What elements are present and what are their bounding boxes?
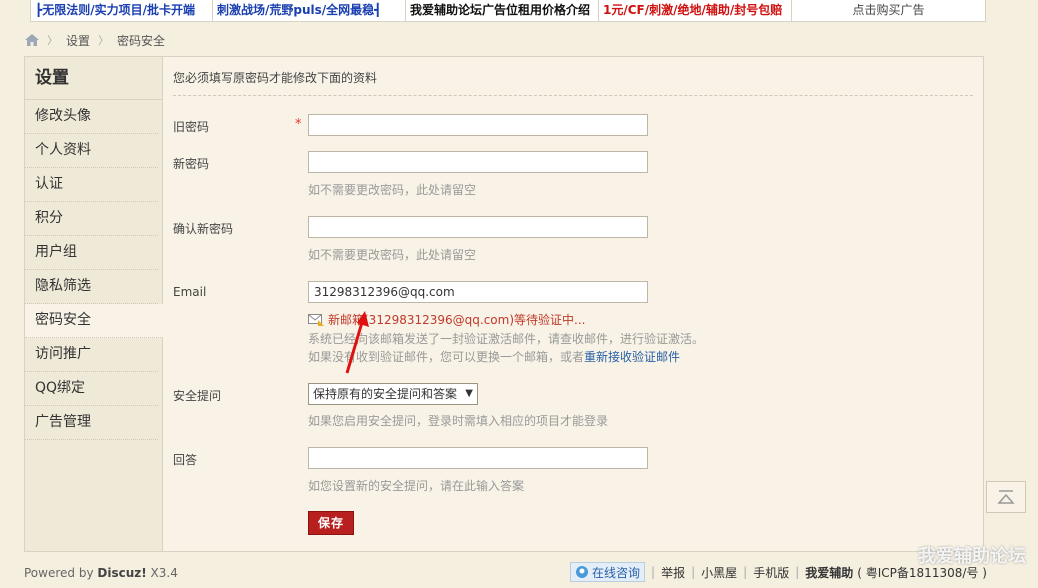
save-button[interactable]: 保存: [308, 511, 354, 535]
email-input[interactable]: 31298312396@qq.com: [308, 281, 648, 303]
breadcrumb-separator: 〉: [47, 34, 58, 47]
online-consult-label: 在线咨询: [592, 565, 641, 580]
confirm-password-input[interactable]: [308, 216, 648, 238]
answer-hint: 如您设置新的安全提问，请在此输入答案: [308, 479, 525, 493]
footer-separator: |: [651, 565, 656, 579]
form-notice: 您必须填写原密码才能修改下面的资料: [173, 71, 378, 85]
sidebar-item[interactable]: 个人资料: [25, 134, 158, 168]
settings-panel: 设置 修改头像 个人资料 认证 积分 用户组 隐私筛选 密码安全 访问推广 QQ绑定 广告管理 您…: [24, 56, 984, 552]
new-password-input[interactable]: [308, 151, 648, 173]
divider: [173, 95, 973, 96]
sidebar-item[interactable]: 用户组: [25, 236, 158, 270]
new-password-hint: 如不需要更改密码，此处请留空: [308, 183, 477, 197]
new-password-label: 新密码: [173, 157, 210, 171]
ad-bar: ┣无限法则/实力项目/批卡开端 刺激战场/荒野puls/全网最稳┫ 我爱辅助论坛广告…: [30, 0, 986, 22]
breadcrumb-settings[interactable]: 设置: [66, 32, 90, 49]
ad-link[interactable]: 1元/CF/刺激/绝地/辅助/封号包赔: [599, 0, 792, 21]
sidebar-item[interactable]: 广告管理: [25, 406, 158, 440]
sidebar-item[interactable]: QQ绑定: [25, 372, 158, 406]
watermark: 我爱辅助论坛: [918, 546, 1026, 567]
ad-link[interactable]: ┣无限法则/实力项目/批卡开端: [31, 0, 213, 21]
answer-label: 回答: [173, 453, 198, 467]
footer-separator: |: [795, 565, 800, 579]
breadcrumb-password-security: 密码安全: [117, 33, 166, 48]
chat-icon: [576, 566, 588, 578]
sidebar-item[interactable]: 密码安全: [25, 304, 163, 338]
powered-prefix: Powered by: [24, 566, 98, 580]
ad-link[interactable]: 点击购买广告: [792, 0, 985, 21]
confirm-password-label: 确认新密码: [173, 222, 234, 236]
sidebar-item[interactable]: 隐私筛选: [25, 270, 158, 304]
footer-link[interactable]: 手机版: [753, 564, 789, 581]
footer-link[interactable]: 小黑屋: [701, 564, 737, 581]
sidebar: 设置 修改头像 个人资料 认证 积分 用户组 隐私筛选 密码安全 访问推广 QQ绑定 广告管理: [25, 57, 163, 551]
scroll-to-top-button[interactable]: [986, 481, 1026, 513]
footer-link[interactable]: 我爱辅助: [805, 564, 853, 581]
online-consult-button[interactable]: 在线咨询: [570, 562, 646, 582]
sidebar-item[interactable]: 修改头像: [25, 100, 158, 134]
sidebar-item[interactable]: 认证: [25, 168, 158, 202]
annotation-arrow-icon: [345, 311, 369, 374]
footer-link[interactable]: 举报: [661, 564, 685, 581]
sidebar-item[interactable]: 访问推广: [25, 338, 158, 372]
discuz-link[interactable]: Discuz!: [97, 566, 146, 580]
ad-link[interactable]: 我爱辅助论坛广告位租用价格介绍: [406, 0, 599, 21]
home-icon[interactable]: [25, 34, 39, 46]
old-password-input[interactable]: [308, 114, 648, 136]
breadcrumb-separator: 〉: [98, 34, 110, 47]
required-mark: *: [295, 117, 302, 132]
security-question-hint: 如果您启用安全提问，登录时需填入相应的项目才能登录: [308, 414, 609, 428]
security-question-selected: 保持原有的安全提问和答案: [313, 387, 458, 401]
powered-version: X3.4: [146, 566, 178, 580]
arrow-up-icon: [997, 490, 1015, 504]
email-label: Email: [173, 285, 207, 299]
confirm-password-hint: 如不需要更改密码，此处请留空: [308, 248, 477, 262]
security-question-label: 安全提问: [173, 389, 222, 403]
ad-link[interactable]: 刺激战场/荒野puls/全网最稳┫: [213, 0, 406, 21]
breadcrumb: 〉 设置 〉 密码安全: [25, 32, 165, 48]
password-form: 您必须填写原密码才能修改下面的资料 旧密码 * 新密码 如不需要更改密码，此处请…: [163, 57, 983, 551]
sidebar-item[interactable]: 积分: [25, 202, 158, 236]
sidebar-title: 设置: [25, 57, 162, 100]
mail-pending-icon: [308, 313, 324, 326]
footer-separator: |: [743, 565, 748, 579]
powered-by: Powered by Discuz! X3.4: [24, 566, 178, 580]
resend-verify-link[interactable]: 重新接收验证邮件: [584, 350, 680, 364]
footer-separator: |: [691, 565, 696, 579]
old-password-label: 旧密码: [173, 120, 210, 134]
dropdown-arrow-icon: ▼: [465, 388, 473, 399]
answer-input[interactable]: [308, 447, 648, 469]
security-question-select[interactable]: 保持原有的安全提问和答案 ▼: [308, 383, 478, 405]
